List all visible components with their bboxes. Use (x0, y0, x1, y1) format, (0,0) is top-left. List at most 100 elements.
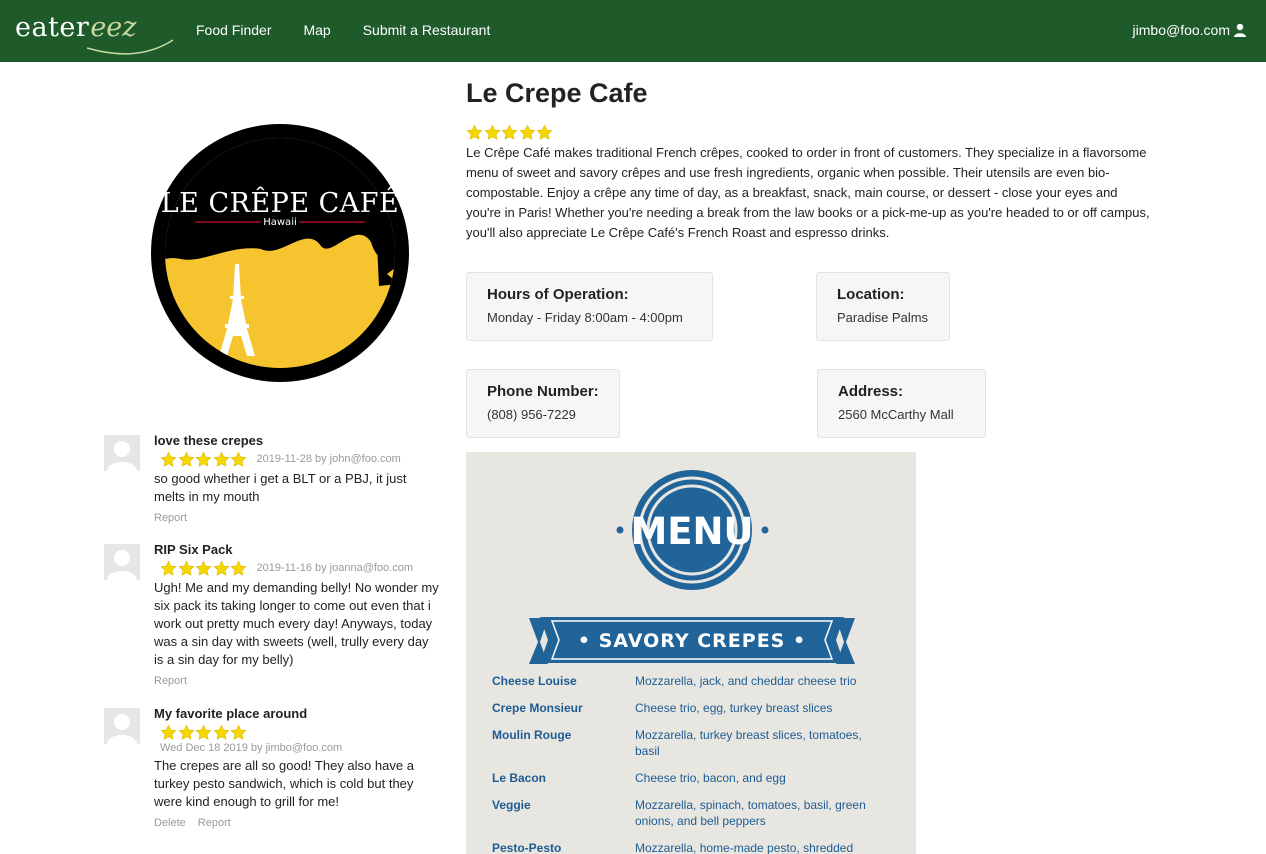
hours-card: Hours of Operation: Monday - Friday 8:00… (466, 272, 713, 341)
menu-item-name: Pesto-Pesto (492, 841, 562, 854)
report-link[interactable]: Report (154, 675, 187, 687)
review-title: My favorite place around (154, 706, 308, 721)
star-icon (178, 724, 194, 740)
menu-item-desc: Mozzarella, turkey breast slices, tomato… (635, 728, 862, 758)
menu-header-graphic: MENU • SAVORY CREPES • (529, 470, 855, 664)
restaurant-logo: LE CRÊPE CAFÉ Hawaii (151, 124, 409, 382)
avatar (104, 708, 140, 744)
star-icon (230, 560, 247, 576)
review-date: 2019-11-28 by john@foo.com (256, 453, 401, 465)
review-item: RIP Six Pack 2019-11-16 by joanna@foo.co… (104, 541, 439, 705)
default-avatar-icon (107, 714, 137, 744)
phone-label: Phone Number: (487, 383, 599, 400)
reviews-list: love these crepes 2019-11-28 by john@foo… (104, 432, 439, 829)
address-card: Address: 2560 McCarthy Mall (817, 369, 986, 438)
menu-item: Veggie Mozzarella, spinach, tomatoes, bas… (492, 797, 912, 829)
menu-item: Moulin Rouge Mozzarella, turkey breast sl… (492, 727, 912, 759)
phone-card: Phone Number: (808) 956-7229 (466, 369, 620, 438)
review-item: My favorite place around Wed Dec 18 2019… (104, 705, 439, 829)
review-rating (160, 560, 248, 577)
menu-section-title: • SAVORY CREPES • (578, 630, 806, 652)
address-label: Address: (838, 383, 904, 400)
review-date: Wed Dec 18 2019 by jimbo@foo.com (160, 742, 343, 754)
review-actions: Delete Report (154, 817, 439, 829)
review-actions: Report (154, 512, 439, 524)
menu-item-name: Crepe Monsieur (492, 701, 583, 715)
review-actions: Report (154, 675, 439, 687)
review-text: Ugh! Me and my demanding belly! No wonde… (154, 580, 439, 667)
avatar (104, 544, 140, 580)
review-rating (160, 451, 248, 468)
user-icon (1234, 23, 1246, 37)
menu-item: Le Bacon Cheese trio, bacon, and egg (492, 770, 912, 786)
review-item: love these crepes 2019-11-28 by john@foo… (104, 432, 439, 541)
menu-item-desc: Cheese trio, egg, turkey breast slices (635, 701, 833, 715)
star-icon (501, 124, 518, 140)
location-value: Paradise Palms (837, 310, 929, 325)
star-icon (536, 124, 553, 140)
review-text: so good whether i get a BLT or a PBJ, it… (154, 471, 407, 504)
brand-text: eater (15, 12, 90, 43)
location-card: Location: Paradise Palms (816, 272, 950, 341)
nav-map[interactable]: Map (303, 22, 330, 38)
hours-value: Monday - Friday 8:00am - 4:00pm (487, 310, 683, 325)
nav-food-finder[interactable]: Food Finder (196, 22, 271, 38)
delete-link[interactable]: Delete (154, 817, 186, 829)
top-navbar: eater eez Food Finder Map Submit a Resta… (0, 0, 1266, 62)
menu-item-desc: Mozzarella, home-made pesto, shredded (635, 841, 854, 854)
logo-image: LE CRÊPE CAFÉ Hawaii (151, 124, 409, 382)
logo-subtitle: Hawaii (263, 217, 297, 228)
logo-name: LE CRÊPE CAFÉ (161, 186, 399, 219)
menu-badge-text: MENU (630, 510, 753, 553)
menu-item-desc: Cheese trio, bacon, and egg (635, 771, 786, 785)
star-icon (160, 560, 177, 576)
star-icon (230, 451, 247, 467)
review-date: 2019-11-16 by joanna@foo.com (256, 562, 414, 574)
star-icon (213, 451, 229, 467)
menu-item: Crepe Monsieur Cheese trio, egg, turkey b… (492, 700, 912, 716)
default-avatar-icon (107, 550, 137, 580)
star-icon (230, 724, 247, 740)
star-icon (484, 124, 500, 140)
brand-logo[interactable]: eater eez (15, 12, 174, 55)
report-link[interactable]: Report (198, 817, 231, 829)
menu-item-name: Moulin Rouge (492, 728, 572, 742)
star-icon (195, 560, 212, 576)
restaurant-details: Le Crepe Cafe Le Crêpe Café makes tradit… (466, 76, 1156, 243)
menu-item-desc: Mozzarella, spinach, tomatoes, basil, gr… (635, 798, 866, 828)
menu-item-name: Le Bacon (492, 771, 547, 785)
review-title: RIP Six Pack (154, 542, 233, 557)
menu-item-desc: Mozzarella, jack, and cheddar cheese tri… (635, 674, 857, 688)
report-link[interactable]: Report (154, 512, 187, 524)
avatar (104, 435, 140, 471)
star-icon (178, 451, 194, 467)
restaurant-rating (466, 124, 1156, 141)
default-avatar-icon (107, 441, 137, 471)
user-email: jimbo@foo.com (1132, 22, 1230, 38)
menu-item: Cheese Louise Mozzarella, jack, and chedd… (492, 673, 912, 689)
menu-items: Cheese Louise Mozzarella, jack, and chedd… (492, 673, 912, 854)
star-icon (160, 451, 177, 467)
star-icon (213, 724, 229, 740)
menu-image: MENU • SAVORY CREPES • Cheese Louise Mozz… (466, 452, 916, 854)
menu-item-name: Cheese Louise (492, 674, 577, 688)
nav-submit-restaurant[interactable]: Submit a Restaurant (363, 22, 491, 38)
user-menu[interactable]: jimbo@foo.com (1133, 22, 1247, 38)
phone-value: (808) 956-7229 (487, 407, 576, 422)
brand-swoosh-icon (86, 39, 174, 55)
review-title: love these crepes (154, 433, 264, 448)
star-icon (178, 560, 194, 576)
star-icon (195, 724, 212, 740)
hours-label: Hours of Operation: (487, 286, 629, 303)
address-value: 2560 McCarthy Mall (838, 407, 954, 422)
star-icon (160, 724, 177, 740)
menu-item: Pesto-Pesto Mozzarella, home-made pesto, … (492, 840, 912, 854)
star-icon (519, 124, 535, 140)
star-icon (466, 124, 483, 140)
star-icon (213, 560, 229, 576)
menu-item-name: Veggie (492, 798, 531, 812)
location-label: Location: (837, 286, 905, 303)
restaurant-description: Le Crêpe Café makes traditional French c… (466, 145, 1150, 240)
review-text: The crepes are all so good! They also ha… (154, 758, 414, 809)
star-icon (195, 451, 212, 467)
